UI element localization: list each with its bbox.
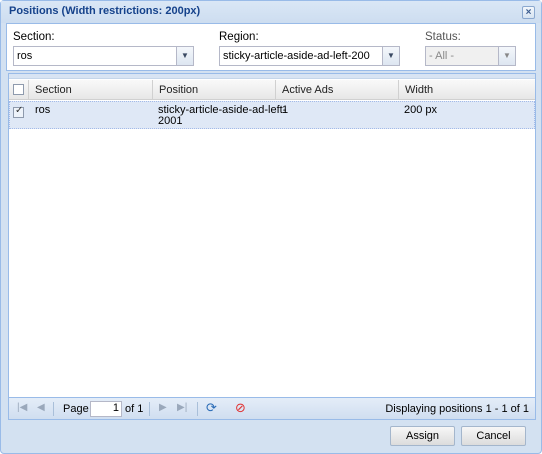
refresh-icon[interactable]: ⟳	[206, 400, 217, 416]
page-count-label: of 1	[125, 403, 144, 415]
region-label: Region:	[219, 31, 259, 43]
section-combo[interactable]: ros ▼	[13, 46, 194, 66]
page-label: Page	[63, 403, 89, 415]
row-width: 200 px	[404, 104, 438, 116]
table-row[interactable]: ✓ ros sticky-article-aside-ad-left- 2001…	[9, 101, 535, 129]
toolbar-separator	[53, 402, 54, 416]
positions-dialog: Positions (Width restrictions: 200px) × …	[0, 0, 542, 454]
status-combo-value: - All -	[429, 50, 455, 62]
paging-toolbar: |◀ ◀ Page 1 of 1 ▶ ▶| ⟳ ⊘ Displaying pos…	[9, 397, 535, 419]
grid-top-bar	[9, 74, 535, 79]
region-combo[interactable]: sticky-article-aside-ad-left-200 ▼	[219, 46, 400, 66]
close-icon[interactable]: ×	[522, 6, 535, 19]
column-header-position[interactable]: Position	[153, 80, 276, 100]
select-all-header[interactable]	[9, 80, 29, 100]
region-combo-value: sticky-article-aside-ad-left-200	[223, 50, 370, 62]
checkmark-icon: ✓	[15, 105, 24, 116]
status-label: Status:	[425, 31, 461, 43]
select-all-checkbox[interactable]	[13, 84, 24, 95]
next-page-icon[interactable]: ▶	[159, 402, 167, 413]
row-active-ads: 1	[282, 104, 289, 116]
chevron-down-icon[interactable]: ▼	[382, 47, 399, 65]
grid-header: Section Position Active Ads Width	[9, 80, 535, 100]
clear-filter-icon[interactable]: ⊘	[235, 400, 246, 416]
section-label: Section:	[13, 31, 55, 43]
dialog-title: Positions (Width restrictions: 200px)	[9, 5, 201, 17]
dialog-titlebar[interactable]: Positions (Width restrictions: 200px) ×	[1, 1, 541, 23]
row-section: ros	[35, 104, 51, 116]
chevron-down-icon: ▼	[498, 47, 515, 65]
page-number-input[interactable]: 1	[90, 401, 122, 417]
chevron-down-icon[interactable]: ▼	[176, 47, 193, 65]
cancel-button[interactable]: Cancel	[461, 426, 526, 446]
column-header-section[interactable]: Section	[29, 80, 153, 100]
toolbar-separator	[197, 402, 198, 416]
positions-grid: Section Position Active Ads Width ✓ ros …	[8, 73, 536, 420]
prev-page-icon[interactable]: ◀	[37, 402, 45, 413]
first-page-icon[interactable]: |◀	[17, 402, 27, 413]
last-page-icon[interactable]: ▶|	[177, 402, 187, 413]
column-header-active-ads[interactable]: Active Ads	[276, 80, 399, 100]
column-header-width[interactable]: Width	[399, 80, 535, 100]
row-checkbox[interactable]: ✓	[13, 105, 24, 118]
status-combo: - All - ▼	[425, 46, 516, 66]
toolbar-separator	[149, 402, 150, 416]
assign-button[interactable]: Assign	[390, 426, 455, 446]
display-message: Displaying positions 1 - 1 of 1	[385, 403, 529, 415]
row-position-line2: 2001	[158, 115, 183, 127]
filter-panel: Section: ros ▼ Region: sticky-article-as…	[6, 23, 536, 71]
section-combo-value: ros	[17, 50, 33, 62]
